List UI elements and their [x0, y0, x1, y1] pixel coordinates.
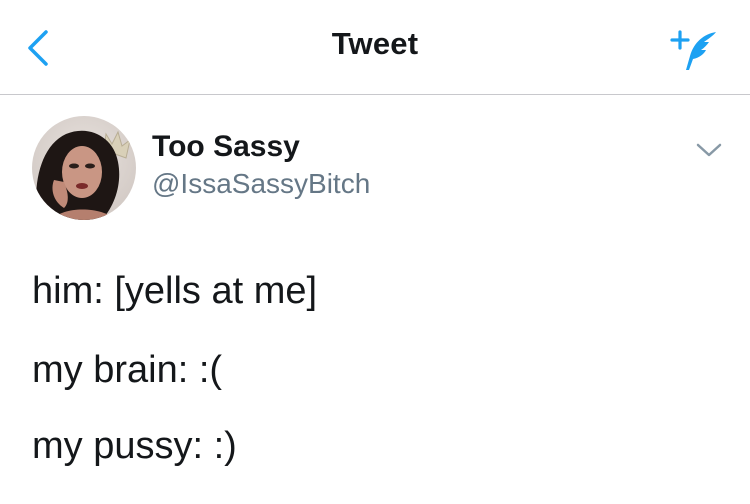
profile-photo: [32, 116, 136, 220]
author-name[interactable]: Too Sassy: [152, 130, 300, 164]
compose-tweet-button[interactable]: [664, 26, 726, 74]
tweet-text-line: my brain: :(: [32, 349, 223, 391]
navigation-bar: Tweet: [0, 0, 750, 95]
tweet-detail-screen: Tweet Too Sassy @IssaSassyBitch him: [ye…: [0, 0, 750, 504]
tweet-text-line: my pussy: :): [32, 425, 237, 467]
page-title: Tweet: [331, 26, 419, 61]
tweet-text-line: him: [yells at me]: [32, 270, 318, 312]
author-handle[interactable]: @IssaSassyBitch: [152, 168, 370, 200]
tweet-menu-button[interactable]: [694, 140, 724, 160]
avatar[interactable]: [32, 116, 136, 220]
chevron-down-icon: [696, 143, 722, 157]
compose-tweet-icon: [670, 30, 716, 70]
